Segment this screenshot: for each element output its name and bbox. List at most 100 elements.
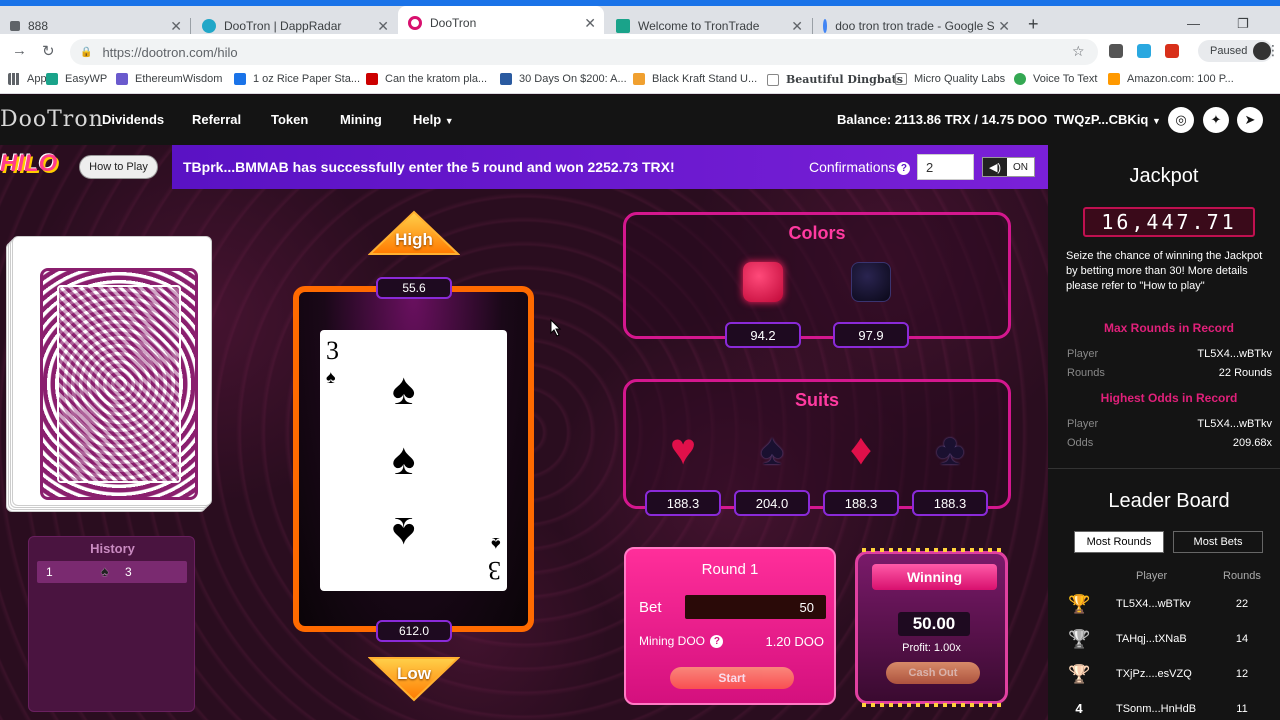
start-button[interactable]: Start xyxy=(670,667,794,689)
bookmark-item[interactable]: 30 Days On $200: A... xyxy=(500,73,627,85)
bronze-trophy-icon: 🏆 xyxy=(1068,664,1091,684)
marquee-lights xyxy=(862,548,1001,552)
wallet-address: TWQzP...CBKiq xyxy=(1054,112,1149,127)
twitter-icon[interactable]: ✦ xyxy=(1203,107,1229,133)
red-color-button[interactable] xyxy=(743,262,783,302)
divider xyxy=(1048,468,1280,469)
tab-most-bets[interactable]: Most Bets xyxy=(1173,531,1263,553)
column-header: Rounds xyxy=(1223,570,1261,582)
bookmark-item[interactable]: Voice To Text xyxy=(1014,73,1097,85)
page-icon xyxy=(895,73,907,85)
trontrade-icon xyxy=(616,19,630,33)
nav-token[interactable]: Token xyxy=(271,112,308,127)
record-value: TL5X4...wBTkv xyxy=(1197,348,1272,360)
close-icon[interactable]: ✕ xyxy=(170,18,182,35)
bookmark-label: EthereumWisdom xyxy=(135,73,223,85)
table-row: 🏆 TL5X4...wBTkv 22 xyxy=(1048,594,1280,614)
extension-icon[interactable] xyxy=(1165,44,1179,58)
card-rank: 3 xyxy=(326,336,339,365)
nav-help[interactable]: Help ▼ xyxy=(413,112,454,127)
column-header: Player xyxy=(1136,570,1168,582)
help-icon[interactable]: ? xyxy=(897,162,911,175)
sound-toggle[interactable]: ◀) ON xyxy=(982,157,1035,177)
spade-icon[interactable]: ♠ xyxy=(749,428,795,472)
diamond-icon[interactable]: ♦ xyxy=(838,428,884,472)
tab-title: DooTron xyxy=(430,16,477,30)
bookmark-item[interactable]: Black Kraft Stand U... xyxy=(633,73,757,85)
winning-panel: Winning 50.00 Profit: 1.00x Cash Out xyxy=(855,548,1008,707)
bookmark-item[interactable]: Micro Quality Labs xyxy=(895,73,1005,85)
confirmations-input[interactable]: 2 xyxy=(917,154,974,180)
tab-most-rounds[interactable]: Most Rounds xyxy=(1074,531,1164,553)
bookmark-icon xyxy=(234,73,246,85)
current-card: 3 ♠ ♠ ♠ ♠ ♠ 3 xyxy=(320,330,507,591)
low-button[interactable]: Low xyxy=(367,656,461,702)
close-icon[interactable]: ✕ xyxy=(584,15,596,32)
site-logo[interactable]: DooTron xyxy=(0,107,104,132)
close-icon[interactable]: ✕ xyxy=(791,18,803,35)
jackpot-value: 16,447.71 xyxy=(1083,207,1255,237)
lock-icon: 🔒 xyxy=(80,46,93,58)
google-icon xyxy=(823,19,828,33)
leaderboard-rounds: 14 xyxy=(1235,633,1249,645)
round-panel: Round 1 Bet 50 Mining DOO ? 1.20 DOO Sta… xyxy=(624,547,836,705)
nav-dividends[interactable]: Dividends xyxy=(102,112,164,127)
forward-icon[interactable]: → xyxy=(12,42,27,59)
mining-text: Mining DOO xyxy=(639,634,706,648)
mining-value: 1.20 DOO xyxy=(765,634,824,649)
tab-divider xyxy=(190,18,191,34)
card-back xyxy=(40,268,198,500)
black-odds: 97.9 xyxy=(833,322,909,348)
mining-label: Mining DOO ? xyxy=(639,634,724,648)
bookmark-icon xyxy=(500,73,512,85)
bookmark-star-icon[interactable]: ☆ xyxy=(1072,43,1085,60)
winning-title: Winning xyxy=(872,564,997,590)
how-to-play-button[interactable]: How to Play xyxy=(79,155,158,179)
help-icon[interactable]: ? xyxy=(710,635,724,648)
bookmark-item[interactable]: Beautiful Dingbats xyxy=(767,73,903,86)
new-tab-icon[interactable]: + xyxy=(1028,14,1039,35)
extension-icon[interactable] xyxy=(1109,44,1123,58)
card-deck xyxy=(6,234,212,512)
hearts-odds: 188.3 xyxy=(645,490,721,516)
url-field[interactable]: 🔒 https://dootron.com/hilo xyxy=(70,39,1098,65)
bookmark-item[interactable]: Can the kratom pla... xyxy=(366,73,487,85)
url-text: https://dootron.com/hilo xyxy=(102,44,238,60)
amazon-icon xyxy=(1108,73,1120,85)
high-button[interactable]: High xyxy=(367,210,461,256)
heart-icon[interactable]: ♥ xyxy=(660,428,706,472)
close-icon[interactable]: ✕ xyxy=(994,17,1010,35)
leaderboard-player: TAHqj...tXNaB xyxy=(1116,633,1187,645)
club-icon[interactable]: ♣ xyxy=(927,428,973,472)
bookmark-item[interactable]: 1 oz Rice Paper Sta... xyxy=(234,73,360,85)
jackpot-description: Seize the chance of winning the Jackpot … xyxy=(1066,250,1263,292)
confirmations-label: Confirmations? xyxy=(809,159,911,175)
bookmark-label: 1 oz Rice Paper Sta... xyxy=(253,73,360,85)
menu-icon[interactable]: ⋮ xyxy=(1266,42,1280,59)
reload-icon[interactable]: ↻ xyxy=(42,42,55,60)
history-title: History xyxy=(90,541,135,556)
leaderboard-player: TL5X4...wBTkv xyxy=(1116,598,1191,610)
close-icon[interactable]: ✕ xyxy=(377,18,389,35)
gold-trophy-icon: 🏆 xyxy=(1068,594,1091,614)
leaderboard-rounds: 22 xyxy=(1235,598,1249,610)
extension-icon[interactable] xyxy=(1137,44,1151,58)
bookmark-item[interactable]: Amazon.com: 100 P... xyxy=(1108,73,1234,85)
black-color-button[interactable] xyxy=(851,262,891,302)
nav-mining[interactable]: Mining xyxy=(340,112,382,127)
bookmark-item[interactable]: EasyWP xyxy=(46,73,107,85)
bookmark-item[interactable]: EthereumWisdom xyxy=(116,73,222,85)
profile-button[interactable]: Paused xyxy=(1198,40,1274,62)
round-title: Round 1 xyxy=(701,561,759,578)
bookmark-icon xyxy=(46,73,58,85)
minimize-icon[interactable]: — xyxy=(1187,16,1200,31)
wechat-icon[interactable]: ◎ xyxy=(1168,107,1194,133)
bet-amount-input[interactable]: 50 xyxy=(685,595,826,619)
restore-icon[interactable]: ❐ xyxy=(1237,16,1249,32)
cash-out-button[interactable]: Cash Out xyxy=(886,662,980,684)
telegram-icon[interactable]: ➤ xyxy=(1237,107,1263,133)
nav-referral[interactable]: Referral xyxy=(192,112,241,127)
bookmarks-bar: Apps EasyWP EthereumWisdom 1 oz Rice Pap… xyxy=(0,68,1280,94)
history-panel: History 1 ♠ 3 xyxy=(28,536,195,712)
wallet-dropdown[interactable]: TWQzP...CBKiq ▼ xyxy=(1054,112,1161,127)
